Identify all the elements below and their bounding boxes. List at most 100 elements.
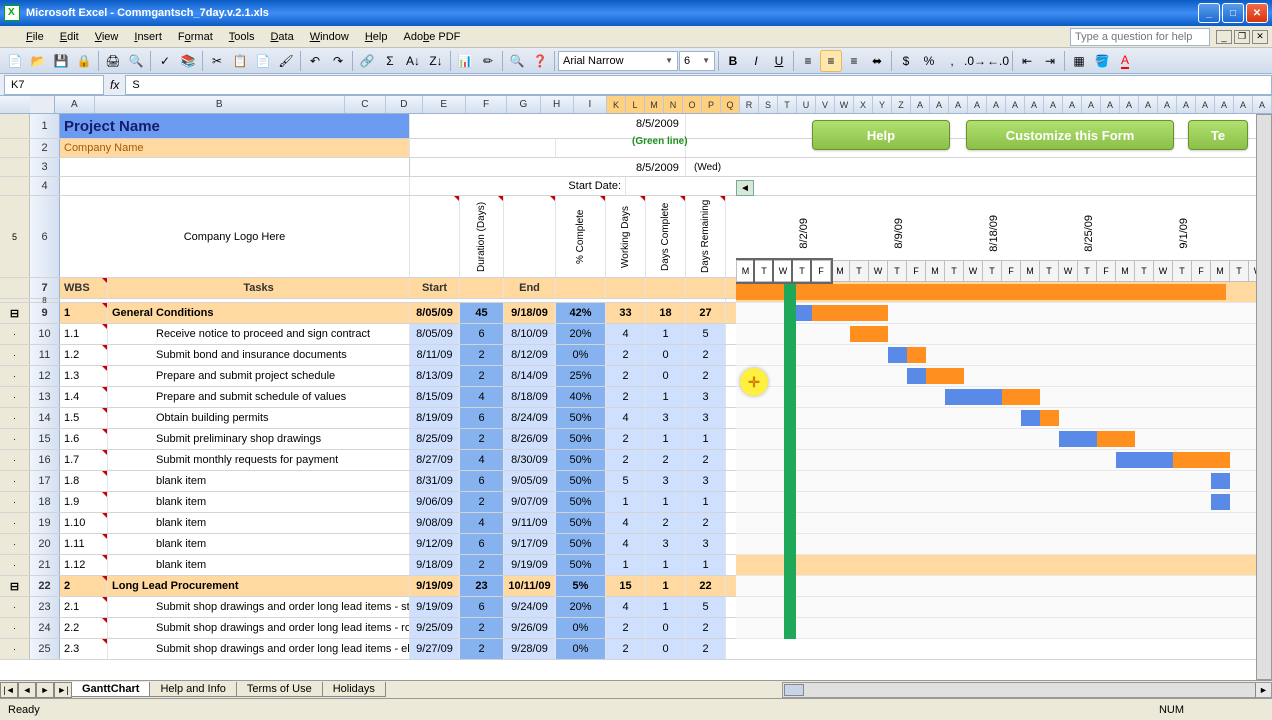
col-gantt-29[interactable]: A (1158, 96, 1177, 113)
gantt-bar-done-18[interactable] (1211, 473, 1230, 489)
col-gantt-12[interactable]: W (835, 96, 854, 113)
cell-wbs-19[interactable]: 1.10 (60, 513, 108, 533)
rowhdr-19[interactable]: 19 (30, 513, 60, 533)
rowhdr-14[interactable]: 14 (30, 408, 60, 428)
cell-end-19[interactable]: 9/11/09 (504, 513, 556, 533)
gantt-bar-done-19[interactable] (1211, 494, 1230, 510)
cell-dc-24[interactable]: 0 (646, 618, 686, 638)
cell-end-13[interactable]: 8/18/09 (504, 387, 556, 407)
cell-dur-22[interactable]: 23 (460, 576, 504, 596)
gantt-day-4-4[interactable]: F (1192, 260, 1211, 282)
gantt-day-5-0[interactable]: M (1211, 260, 1230, 282)
gantt-bar-grp-9[interactable] (736, 284, 1226, 300)
company-logo-cell[interactable]: Company Logo Here (60, 196, 410, 277)
doc-restore[interactable]: ❐ (1234, 30, 1250, 44)
cell-wd-15[interactable]: 2 (606, 429, 646, 449)
cell-task-18[interactable]: blank item (108, 492, 410, 512)
increase-indent-icon[interactable]: ⇥ (1039, 50, 1061, 72)
cell-pct-11[interactable]: 0% (556, 345, 606, 365)
cell-wbs-18[interactable]: 1.9 (60, 492, 108, 512)
cell-dur-21[interactable]: 2 (460, 555, 504, 575)
rowhdr-16[interactable]: 16 (30, 450, 60, 470)
cell-task-22[interactable]: Long Lead Procurement (108, 576, 410, 596)
cell-pct-18[interactable]: 50% (556, 492, 606, 512)
cell-task-14[interactable]: Obtain building permits (108, 408, 410, 428)
save-icon[interactable]: 💾 (50, 50, 72, 72)
col-gantt-2[interactable]: M (645, 96, 664, 113)
rowhdr-25[interactable]: 25 (30, 639, 60, 659)
cell-task-13[interactable]: Prepare and submit schedule of values (108, 387, 410, 407)
cell-dr-24[interactable]: 2 (686, 618, 726, 638)
menu-view[interactable]: View (87, 29, 127, 45)
cell-pct-22[interactable]: 5% (556, 576, 606, 596)
customize-button[interactable]: Customize this Form (966, 120, 1174, 150)
cell-dr-20[interactable]: 3 (686, 534, 726, 554)
cell-dur-12[interactable]: 2 (460, 366, 504, 386)
gantt-day-0-3[interactable]: T (793, 260, 812, 282)
rowhdr-9[interactable]: 9 (30, 303, 60, 323)
cell-pct-15[interactable]: 50% (556, 429, 606, 449)
cell-dc-21[interactable]: 1 (646, 555, 686, 575)
gantt-bar-remain-10[interactable] (812, 305, 888, 321)
col-gantt-14[interactable]: Y (873, 96, 892, 113)
col-gantt-6[interactable]: Q (721, 96, 740, 113)
cell-start-13[interactable]: 8/15/09 (410, 387, 460, 407)
help-button[interactable]: Help (812, 120, 950, 150)
cell-start-24[interactable]: 9/25/09 (410, 618, 460, 638)
rowhdr-11[interactable]: 11 (30, 345, 60, 365)
col-E[interactable]: E (423, 96, 466, 113)
col-gantt-16[interactable]: A (911, 96, 930, 113)
gantt-day-4-1[interactable]: T (1135, 260, 1154, 282)
col-C[interactable]: C (345, 96, 387, 113)
gantt-day-0-1[interactable]: T (755, 260, 774, 282)
cell-dur-9[interactable]: 45 (460, 303, 504, 323)
rowhdr-15[interactable]: 15 (30, 429, 60, 449)
open-icon[interactable]: 📂 (27, 50, 49, 72)
hdr-wbs[interactable]: WBS (60, 278, 108, 298)
cell-start-11[interactable]: 8/11/09 (410, 345, 460, 365)
cell-wbs-9[interactable]: 1 (60, 303, 108, 323)
cell-task-15[interactable]: Submit preliminary shop drawings (108, 429, 410, 449)
gantt-day-4-2[interactable]: W (1154, 260, 1173, 282)
gantt-scroll-left[interactable]: ◄ (736, 180, 754, 196)
cell-start-25[interactable]: 9/27/09 (410, 639, 460, 659)
cell-task-23[interactable]: Submit shop drawings and order long lead… (108, 597, 410, 617)
zoom-icon[interactable]: 🔍 (506, 50, 528, 72)
cell-dr-15[interactable]: 1 (686, 429, 726, 449)
cell-end-14[interactable]: 8/24/09 (504, 408, 556, 428)
sheet-tab-holidays[interactable]: Holidays (322, 682, 386, 697)
chart-icon[interactable]: 📊 (454, 50, 476, 72)
sheet-tab-terms-of-use[interactable]: Terms of Use (236, 682, 323, 697)
cell-task-10[interactable]: Receive notice to proceed and sign contr… (108, 324, 410, 344)
copy-icon[interactable]: 📋 (229, 50, 251, 72)
print-icon[interactable]: 🖨 (102, 50, 124, 72)
cell-dur-14[interactable]: 6 (460, 408, 504, 428)
gantt-day-3-1[interactable]: T (1040, 260, 1059, 282)
merge-icon[interactable]: ⬌ (866, 50, 888, 72)
col-H[interactable]: H (541, 96, 574, 113)
gantt-day-1-4[interactable]: F (907, 260, 926, 282)
cell-task-21[interactable]: blank item (108, 555, 410, 575)
cell-start-19[interactable]: 9/08/09 (410, 513, 460, 533)
gantt-bar-done-12[interactable] (888, 347, 907, 363)
cell-task-19[interactable]: blank item (108, 513, 410, 533)
cell-dr-13[interactable]: 3 (686, 387, 726, 407)
col-gantt-10[interactable]: U (797, 96, 816, 113)
menu-window[interactable]: Window (302, 29, 357, 45)
cell-dr-25[interactable]: 2 (686, 639, 726, 659)
col-gantt-11[interactable]: V (816, 96, 835, 113)
align-center-icon[interactable]: ≡ (820, 50, 842, 72)
cell-pct-17[interactable]: 50% (556, 471, 606, 491)
new-icon[interactable]: 📄 (4, 50, 26, 72)
cell-dr-18[interactable]: 1 (686, 492, 726, 512)
col-gantt-34[interactable]: A (1253, 96, 1272, 113)
cell-dr-11[interactable]: 2 (686, 345, 726, 365)
cell-start-14[interactable]: 8/19/09 (410, 408, 460, 428)
rowhdr-18[interactable]: 18 (30, 492, 60, 512)
col-B[interactable]: B (95, 96, 345, 113)
spell-icon[interactable]: ✓ (154, 50, 176, 72)
rowhdr-4[interactable]: 4 (30, 177, 60, 195)
gantt-day-5-2[interactable]: W (1249, 260, 1256, 282)
cell-wd-22[interactable]: 15 (606, 576, 646, 596)
cell-dc-12[interactable]: 0 (646, 366, 686, 386)
